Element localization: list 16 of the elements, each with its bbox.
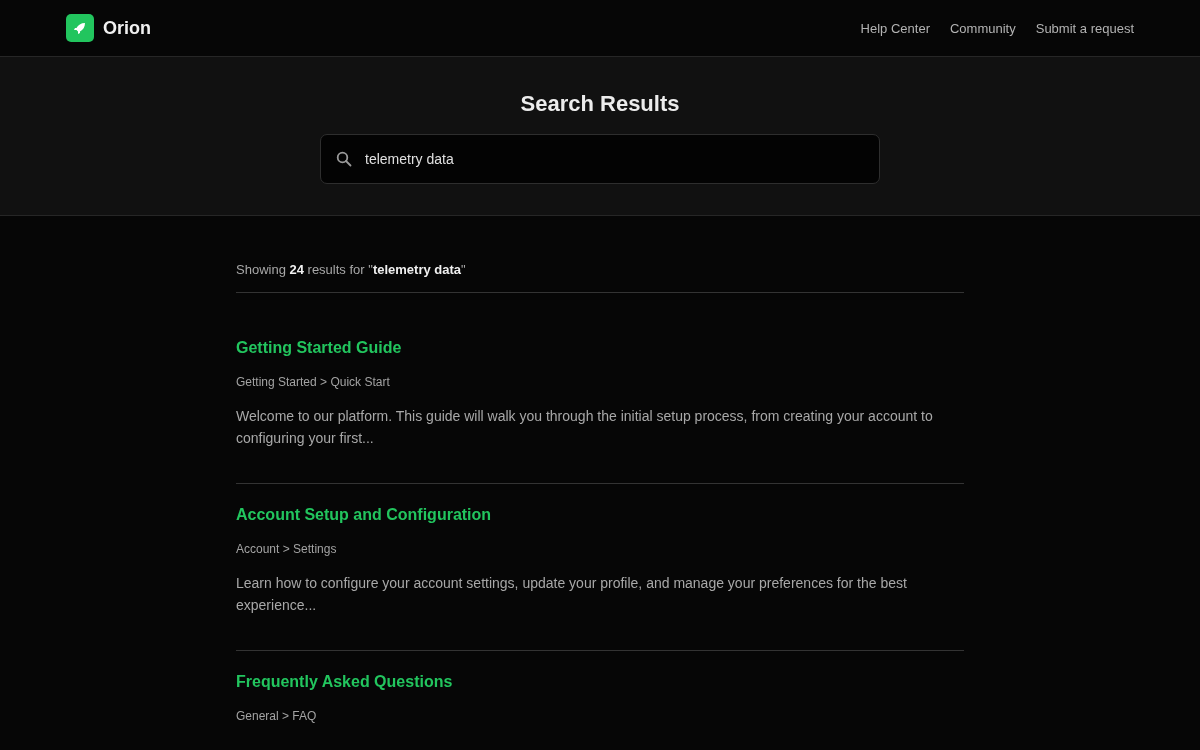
result-title-link[interactable]: Frequently Asked Questions: [236, 673, 453, 691]
result-title-link[interactable]: Getting Started Guide: [236, 339, 402, 357]
nav-link[interactable]: Submit a request: [1035, 20, 1134, 36]
nav-link[interactable]: Help Center: [860, 20, 930, 36]
breadcrumb: Account > Settings: [236, 542, 337, 556]
breadcrumb: General > FAQ: [236, 709, 317, 723]
brand-name[interactable]: Orion: [103, 17, 151, 39]
results-summary: Showing 24 results for "telemetry data": [236, 262, 964, 293]
rocket-logo-icon[interactable]: [66, 14, 94, 42]
result-excerpt: Learn how to configure your account settings, update your profile, and manage your preferences for the best experience...: [236, 574, 908, 615]
result-title-link[interactable]: Account Setup and Configuration: [236, 506, 492, 524]
page-title: Search Results: [520, 91, 680, 117]
search-field[interactable]: telemetry data: [320, 134, 880, 184]
result-excerpt: Welcome to our platform. This guide will walk you through the initial setup process, from creating your account to configuring your first...: [236, 407, 934, 448]
breadcrumb: Getting Started > Quick Start: [236, 375, 390, 389]
nav-link[interactable]: Community: [949, 20, 1016, 36]
